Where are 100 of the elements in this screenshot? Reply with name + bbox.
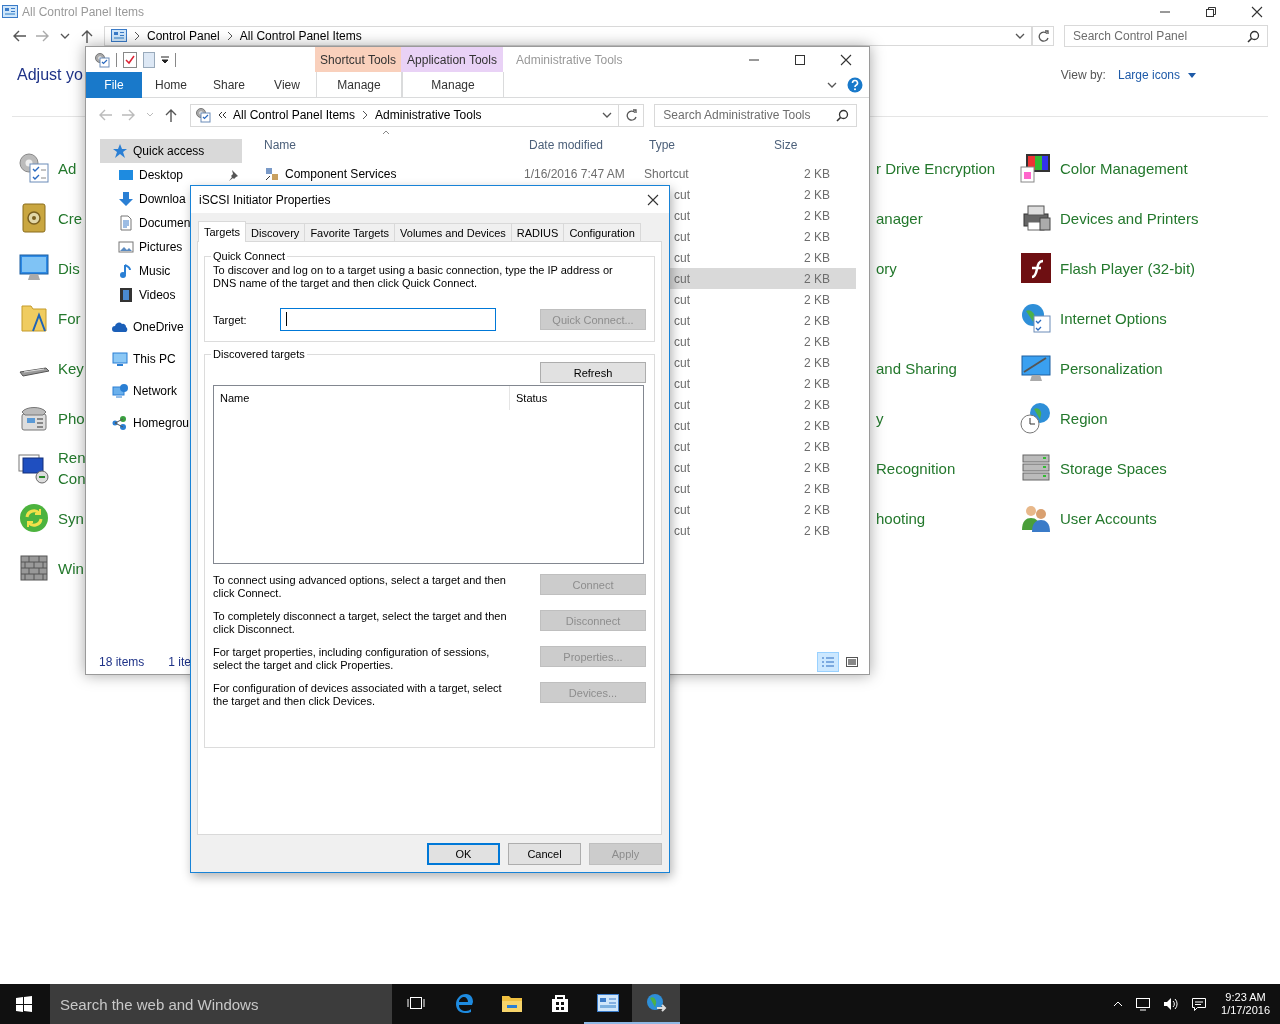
column-header[interactable]: Size [764, 138, 830, 152]
dropdown-caret-icon[interactable] [1015, 32, 1025, 40]
ribbon-tab[interactable]: Manage [402, 71, 504, 98]
printer-icon[interactable] [1020, 202, 1052, 234]
search-field[interactable]: Search the web and Windows [50, 984, 392, 1024]
applet-link[interactable]: and Sharing [876, 357, 957, 379]
tab[interactable]: Configuration [563, 223, 641, 241]
up-arrow-icon[interactable] [80, 29, 94, 43]
applet-link[interactable]: Recognition [876, 457, 956, 479]
speaker-icon[interactable] [1163, 997, 1180, 1011]
chevron-right-icon[interactable] [361, 110, 370, 120]
file-type: cut [674, 292, 690, 307]
applet-link[interactable]: Region [1060, 407, 1108, 429]
applet-link[interactable]: Color Management [1060, 157, 1188, 179]
applet-link[interactable]: Internet Options [1060, 307, 1167, 329]
file-type: cut [674, 187, 690, 202]
task-view-icon [407, 996, 425, 1010]
file-type: cut [674, 334, 690, 349]
clock[interactable]: 9:23 AM 1/17/2016 [1213, 984, 1280, 1024]
breadcrumb-item[interactable]: All Control Panel Items [233, 108, 356, 122]
tab[interactable]: Discovery [245, 223, 306, 241]
dropdown-caret-icon[interactable] [60, 32, 70, 40]
globe-checklist-icon[interactable] [1020, 302, 1052, 334]
button[interactable]: OK [427, 843, 500, 865]
applet-link[interactable]: Win [58, 557, 84, 579]
script-f-icon[interactable] [1020, 252, 1052, 284]
applet-link[interactable]: Personalization [1060, 357, 1163, 379]
back-arrow-icon[interactable] [12, 29, 26, 43]
applet-link[interactable]: r Drive Encryption [876, 157, 996, 179]
breadcrumb-item[interactable]: All Control Panel Items [239, 29, 362, 43]
targets-list[interactable]: Name Status [213, 385, 644, 564]
address-bar[interactable]: All Control Panel Items Administrative Tools [190, 103, 645, 127]
applet-link[interactable]: hooting [876, 507, 926, 529]
monitor-brush-icon[interactable] [1020, 352, 1052, 384]
ribbon-tab[interactable]: View [258, 71, 316, 98]
applet-link[interactable]: Syn [58, 507, 84, 529]
applet-link[interactable]: Cre [58, 207, 83, 229]
network-monitor-icon[interactable] [1135, 997, 1152, 1011]
applet-link[interactable]: Flash Player (32-bit) [1060, 257, 1196, 279]
file-menu-tab[interactable]: File [86, 71, 142, 98]
applet-link[interactable]: Pho [58, 407, 85, 429]
color-monitor-icon[interactable] [1020, 152, 1052, 184]
column-header[interactable]: Status [510, 392, 548, 404]
file-type: cut [674, 418, 690, 433]
stacked-drives-icon[interactable] [1020, 452, 1052, 484]
applet-link[interactable]: Key [58, 357, 84, 379]
refresh-button[interactable] [1032, 26, 1054, 46]
applet-link[interactable]: anager [876, 207, 923, 229]
ribbon-tab[interactable]: Home [142, 71, 200, 98]
search-field[interactable]: Search Administrative Tools [654, 103, 857, 127]
file-row[interactable]: Component Services 1/16/2016 7:47 AM Shortcut 2 KB [264, 163, 869, 184]
tab[interactable]: Targets [198, 221, 247, 242]
pin-icon[interactable] [227, 169, 239, 181]
gear-checklist-icon[interactable] [18, 152, 50, 184]
dropdown-caret-icon[interactable] [602, 111, 613, 119]
sync-circle-icon[interactable] [18, 502, 50, 534]
search-icon [1247, 30, 1260, 43]
column-header[interactable]: Date modified [524, 138, 644, 152]
checklist-icon[interactable] [123, 51, 137, 68]
breadcrumb-item[interactable]: Control Panel [147, 29, 220, 43]
file-name[interactable]: Component Services [285, 166, 397, 181]
up-arrow-icon[interactable] [164, 108, 178, 122]
chevron-down-icon[interactable] [827, 80, 837, 89]
dropdown-caret-icon[interactable] [161, 55, 169, 64]
applet-link[interactable]: Storage Spaces [1060, 457, 1167, 479]
column-header[interactable]: Name [214, 386, 510, 410]
applet-link[interactable]: y [876, 407, 884, 429]
folder-triangle-icon[interactable] [18, 302, 50, 334]
status-text: 1 ite [168, 655, 192, 669]
applet-link[interactable]: User Accounts [1060, 507, 1157, 529]
address-bar[interactable]: Control Panel All Control Panel Items [104, 26, 1032, 46]
view-by-dropdown[interactable]: Large icons [1117, 68, 1196, 82]
file-type: cut [674, 271, 690, 286]
button[interactable]: Refresh [540, 362, 646, 383]
globe-clock-icon[interactable] [1020, 402, 1052, 434]
message-icon[interactable] [1191, 997, 1208, 1011]
applet-link[interactable]: Ren Con [58, 447, 86, 489]
window-title: Administrative Tools [515, 51, 624, 69]
ribbon-tab[interactable]: Share [200, 71, 258, 98]
brick-wall-icon[interactable] [18, 552, 50, 584]
help-icon[interactable] [847, 76, 863, 93]
double-chevron-icon[interactable] [217, 110, 227, 120]
ribbon-tab[interactable]: Manage [316, 71, 402, 98]
applet-link[interactable]: For [58, 307, 81, 329]
applet-link[interactable]: Ad [58, 157, 77, 179]
chevron-up-icon[interactable] [1113, 1001, 1124, 1007]
button[interactable]: Cancel [508, 843, 581, 865]
column-header[interactable]: Name [264, 138, 524, 152]
applet-link[interactable]: Devices and Printers [1060, 207, 1199, 229]
nav-item[interactable]: Quick access [100, 139, 242, 163]
refresh-icon[interactable] [625, 109, 638, 121]
nav-item[interactable]: Desktop [86, 163, 242, 187]
remote-monitor-icon[interactable] [18, 452, 50, 484]
search-field[interactable]: Search Control Panel [1064, 25, 1268, 47]
applet-link[interactable]: ory [876, 257, 897, 279]
breadcrumb-item[interactable]: Administrative Tools [375, 108, 482, 122]
target-input-field[interactable] [280, 308, 496, 331]
applet-link[interactable]: Dis [58, 257, 80, 279]
column-header[interactable]: Type [644, 138, 764, 152]
tab[interactable]: Favorite Targets [304, 223, 396, 241]
